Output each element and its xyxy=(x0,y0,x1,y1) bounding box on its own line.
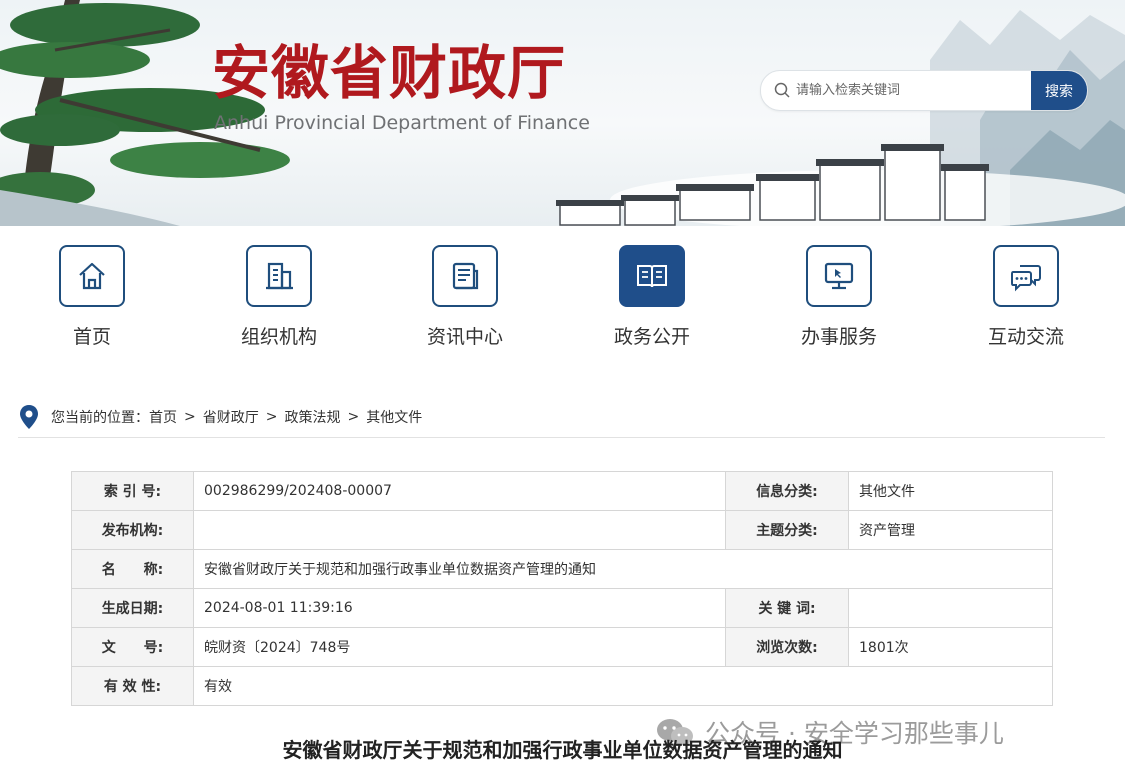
info-category-label: 信息分类: xyxy=(725,471,849,511)
table-row: 名 称: 安徽省财政厅关于规范和加强行政事业单位数据资产管理的通知 xyxy=(71,549,1053,589)
site-subtitle: Anhui Provincial Department of Finance xyxy=(214,112,590,134)
nav-icon-frame xyxy=(806,245,872,307)
name-label: 名 称: xyxy=(71,549,194,589)
document-title: 安徽省财政厅关于规范和加强行政事业单位数据资产管理的通知 xyxy=(282,738,843,762)
breadcrumb-department[interactable]: 省财政厅 xyxy=(203,407,259,427)
nav-icon-frame xyxy=(59,245,125,307)
generated-date-label: 生成日期: xyxy=(71,588,194,628)
open-book-icon xyxy=(637,265,667,288)
document-info-table: 索 引 号: 002986299/202408-00007 信息分类: 其他文件… xyxy=(71,471,1053,706)
index-number-label: 索 引 号: xyxy=(71,471,194,511)
nav-item-services[interactable]: 办事服务 xyxy=(781,245,901,355)
main-nav: 首页 组织机构 资讯中心 政务公开 办事服务 互动交流 xyxy=(0,226,1125,381)
breadcrumb-divider xyxy=(18,437,1105,438)
nav-item-government-affairs[interactable]: 政务公开 xyxy=(594,245,714,355)
breadcrumb-prefix: 您当前的位置： xyxy=(51,410,149,426)
nav-label: 首页 xyxy=(72,326,111,348)
search-box: 搜索 xyxy=(760,70,1088,111)
nav-item-news[interactable]: 资讯中心 xyxy=(407,245,527,355)
news-icon xyxy=(452,262,479,290)
nav-label: 资讯中心 xyxy=(426,326,503,348)
validity-value: 有效 xyxy=(193,666,1053,706)
document-number-value: 皖财资〔2024〕748号 xyxy=(193,627,726,667)
breadcrumb: 您当前的位置： 首页 > 省财政厅 > 政策法规 > 其他文件 xyxy=(18,400,422,434)
monitor-cursor-icon xyxy=(824,262,854,290)
view-count-value: 1801次 xyxy=(848,627,1053,667)
table-row: 发布机构: 主题分类: 资产管理 xyxy=(71,510,1053,550)
info-category-value: 其他文件 xyxy=(848,471,1053,511)
chat-bubbles-icon xyxy=(1011,265,1041,292)
header-banner: 安徽省财政厅 Anhui Provincial Department of Fi… xyxy=(0,0,1125,226)
view-count-label: 浏览次数: xyxy=(725,627,849,667)
breadcrumb-policies[interactable]: 政策法规 xyxy=(284,407,340,427)
index-number-value: 002986299/202408-00007 xyxy=(193,471,726,511)
breadcrumb-separator: > xyxy=(347,409,360,425)
search-icon xyxy=(774,82,790,98)
breadcrumb-separator: > xyxy=(184,409,196,425)
table-row: 索 引 号: 002986299/202408-00007 信息分类: 其他文件 xyxy=(71,471,1053,511)
breadcrumb-home[interactable]: 首页 xyxy=(149,407,177,427)
table-row: 文 号: 皖财资〔2024〕748号 浏览次数: 1801次 xyxy=(71,627,1053,667)
nav-icon-frame xyxy=(619,245,685,307)
generated-date-value: 2024-08-01 11:39:16 xyxy=(193,588,726,628)
home-icon xyxy=(79,262,105,290)
nav-icon-frame xyxy=(246,245,312,307)
breadcrumb-other-files[interactable]: 其他文件 xyxy=(366,407,422,427)
nav-label: 互动交流 xyxy=(987,326,1064,348)
site-title: 安徽省财政厅 xyxy=(212,39,567,107)
topic-category-label: 主题分类: xyxy=(725,510,849,550)
search-input[interactable] xyxy=(796,71,1028,110)
keywords-label: 关 键 词: xyxy=(725,588,849,628)
nav-icon-frame xyxy=(432,245,498,307)
keywords-value xyxy=(848,588,1053,628)
name-value: 安徽省财政厅关于规范和加强行政事业单位数据资产管理的通知 xyxy=(193,549,1053,589)
table-row: 有 效 性: 有效 xyxy=(71,666,1053,706)
topic-category-value: 资产管理 xyxy=(848,510,1053,550)
nav-label: 政务公开 xyxy=(613,326,690,348)
location-pin-icon xyxy=(20,405,38,429)
validity-label: 有 效 性: xyxy=(71,666,194,706)
document-number-label: 文 号: xyxy=(71,627,194,667)
building-icon xyxy=(266,262,293,290)
search-button[interactable]: 搜索 xyxy=(1031,71,1087,110)
nav-icon-frame xyxy=(993,245,1059,307)
nav-item-interaction[interactable]: 互动交流 xyxy=(968,245,1088,355)
nav-item-organization[interactable]: 组织机构 xyxy=(221,245,341,355)
table-row: 生成日期: 2024-08-01 11:39:16 关 键 词: xyxy=(71,588,1053,628)
nav-label: 组织机构 xyxy=(240,326,317,348)
breadcrumb-separator: > xyxy=(265,409,278,425)
nav-item-home[interactable]: 首页 xyxy=(34,245,154,355)
publisher-label: 发布机构: xyxy=(71,510,194,550)
publisher-value xyxy=(193,510,726,550)
nav-label: 办事服务 xyxy=(800,326,877,348)
